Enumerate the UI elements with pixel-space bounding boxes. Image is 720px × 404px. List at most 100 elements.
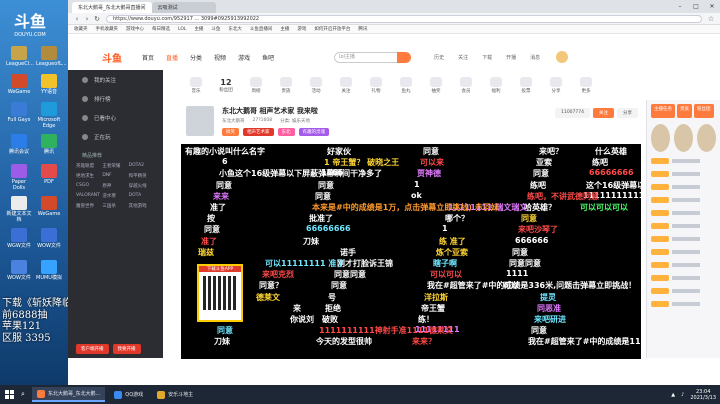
bookmark-link[interactable]: 主播 [194,26,203,32]
sidebar-game-link[interactable]: 英雄联盟 [76,163,102,169]
sidebar-game-link[interactable]: 绝地求生 [76,173,102,179]
header-link[interactable]: 消息 [530,54,540,61]
sidebar-item[interactable]: 我的关注 [68,70,163,89]
sidebar-item[interactable]: 已看中心 [68,108,163,127]
follow-button[interactable]: 关注 [593,108,614,118]
forward-icon[interactable]: › [82,15,92,23]
bookmark-link[interactable]: 东北大 [228,26,242,32]
desktop-icon[interactable]: YY语音 [36,74,62,95]
start-button[interactable] [0,385,18,404]
sidebar-game-link[interactable]: DOTA2 [129,163,155,169]
desktop-icon[interactable]: MUMU模拟 [36,260,62,281]
sidebar-game-link[interactable]: CSGO [76,183,102,189]
bookmark-link[interactable]: 游戏 [297,26,306,32]
sidebar-game-link[interactable]: VALORANT [76,193,102,199]
header-link[interactable]: 下载 [482,54,492,61]
bookmark-link[interactable]: 每日精选 [152,26,170,32]
toolbar-item[interactable]: 抽奖 [425,76,447,94]
header-link[interactable]: 历史 [434,54,444,61]
network-icon[interactable]: ▲ [671,392,675,398]
desktop-icon[interactable]: Paper Dolls [6,164,32,191]
share-button[interactable]: 分享 [617,108,638,118]
desktop-icon[interactable]: Full Gays [6,102,32,123]
toolbar-item[interactable]: 分享 [545,76,567,94]
nav-item[interactable]: 游戏 [238,53,250,62]
bookmark-link[interactable]: 腾讯 [358,26,367,32]
desktop-icon[interactable]: PDF [36,164,62,185]
toolbar-item[interactable]: 关注 [335,76,357,94]
right-panel-tab[interactable]: 粉丝团 [694,104,714,118]
video-player[interactable]: 可以可以可以1111111111111111这个16级弹幕以下屏蔽弹幕瞬间干净多… [181,144,641,359]
bookmark-link[interactable]: 游戏中心 [126,26,144,32]
desktop-icon[interactable]: WOW文件 [36,228,62,249]
sidebar-item[interactable]: 正在玩 [68,127,163,146]
player-control-bar[interactable] [181,347,641,359]
toolbar-item[interactable]: 鱼丸 [395,76,417,94]
bookmark-link[interactable]: 收藏夹 [74,26,88,32]
desktop-icon[interactable]: LeagueCl... [6,46,34,67]
nav-item[interactable]: 视频 [214,53,226,62]
star-icon[interactable]: ☆ [706,15,716,23]
taskbar-app[interactable]: 东北大鹅哥_东北大鹅... [32,387,106,402]
download-qr[interactable]: 下载斗鱼APP [197,264,243,322]
user-avatar[interactable] [556,51,569,63]
desktop-icon[interactable]: 腾讯会议 [6,134,32,155]
search-icon[interactable]: ⌕ [18,390,28,399]
desktop-icon[interactable]: WGW文件 [6,228,32,249]
taskbar-app[interactable]: 安乐斗地主 [152,387,198,402]
refresh-icon[interactable]: ↻ [92,15,102,23]
toolbar-item[interactable]: 投票 [515,76,537,94]
douyu-logo[interactable]: 斗鱼 [102,50,142,65]
bookmark-link[interactable]: 斗鱼直播间 [250,26,273,32]
sidebar-game-link[interactable]: 三国杀 [102,203,128,209]
sidebar-game-link[interactable]: 穿越火线 [129,183,155,189]
browser-tab[interactable]: 云吸测试 [151,2,216,13]
clock[interactable]: 23:04 2021/3/13 [690,389,716,401]
client-stream-button[interactable]: 客户端开播 [76,344,109,354]
desktop-icon[interactable]: LeagueofL... [36,46,67,67]
desktop-icon[interactable]: Microsoft Edge [36,102,62,129]
desktop-icon[interactable]: 新建文本文档 [6,196,32,223]
toolbar-item[interactable]: 12 粉丝团 [215,78,237,93]
toolbar-item[interactable]: 福利 [485,76,507,94]
desktop-icon[interactable]: WeGame [36,196,62,217]
taskbar-app[interactable]: QQ游戏 [109,387,148,402]
url-input[interactable]: https://www.douyu.com/952917 ... 3099#09… [106,14,702,23]
header-link[interactable]: 开播 [506,54,516,61]
sidebar-game-link[interactable]: 原神 [102,183,128,189]
sidebar-game-link[interactable]: DNF [102,173,128,179]
volume-icon[interactable]: ♪ [681,392,684,398]
toolbar-item[interactable]: 活动 [305,76,327,94]
start-stream-button[interactable]: 我要开播 [112,344,141,354]
desktop-douyu-logo[interactable]: 斗鱼 DOUYU.COM [6,8,54,38]
bookmark-link[interactable]: 手机收藏夹 [96,26,119,32]
toolbar-item[interactable]: 礼物 [365,76,387,94]
room-tag[interactable]: 相声艺术家 [243,128,274,136]
maximize-icon[interactable]: □ [688,3,704,10]
search-button[interactable] [397,51,412,63]
anchor-avatar[interactable] [186,106,214,136]
header-link[interactable]: 关注 [458,54,468,61]
toolbar-item[interactable]: 音乐 [185,76,207,94]
right-panel-tab[interactable]: 主播任务 [651,104,675,118]
toolbar-item[interactable]: 贵族 [275,76,297,94]
sidebar-game-link[interactable]: 其他游戏 [129,203,155,209]
nav-item[interactable]: 首页 [142,53,154,62]
room-tag[interactable]: 东北 [277,128,295,136]
bookmark-link[interactable]: LOL [178,27,186,32]
room-tag[interactable]: 搞笑 [222,128,239,136]
back-icon[interactable]: ‹ [72,15,82,23]
sidebar-game-link[interactable]: 王者荣耀 [102,163,128,169]
nav-item[interactable]: 鱼吧 [262,53,274,62]
desktop-icon[interactable]: WOW文件 [6,260,32,281]
toolbar-item[interactable]: 会员 [455,76,477,94]
sidebar-game-link[interactable]: 和平精英 [129,173,155,179]
room-tag[interactable]: 有趣的灵魂 [298,128,329,136]
sidebar-game-link[interactable]: DOTA [129,193,155,199]
sidebar-item[interactable]: 排行榜 [68,89,163,108]
nav-item[interactable]: 分类 [190,53,202,62]
desktop-icon[interactable]: WeGame [6,74,32,95]
toolbar-item[interactable]: 周榜 [245,76,267,94]
bookmark-link[interactable]: 如何开启开放平台 [314,26,350,32]
sidebar-game-link[interactable]: 魔兽世界 [76,203,102,209]
